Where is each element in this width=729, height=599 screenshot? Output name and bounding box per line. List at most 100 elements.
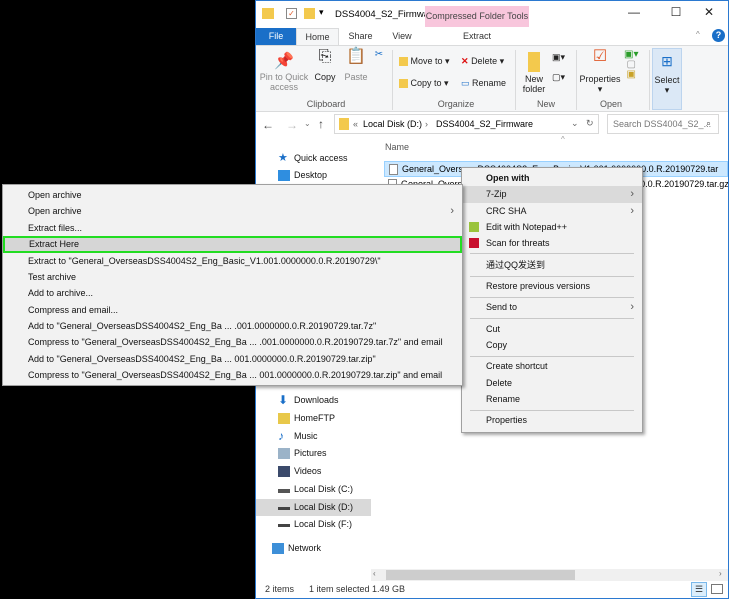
refresh-icon[interactable]: ↻ [586,118,594,129]
nav-local-disk-c[interactable]: Local Disk (C:) [256,481,371,498]
tab-file[interactable]: File [256,28,296,45]
column-header-name[interactable]: Name [385,142,409,152]
select-button[interactable]: ⊞ Select ▾ [652,48,682,110]
menu-cut[interactable]: Cut [462,321,642,338]
paste-label: Paste [344,72,368,82]
nav-local-disk-d[interactable]: Local Disk (D:) [256,499,371,516]
menu-scan-threats[interactable]: Scan for threats [462,235,642,252]
menu-properties[interactable]: Properties [462,412,642,429]
menu-rename[interactable]: Rename [462,391,642,408]
menu-crc-sha[interactable]: CRC SHA › [462,203,642,220]
back-button[interactable]: ← [262,118,274,132]
overflow-chevron[interactable]: « [353,119,358,129]
up-button[interactable]: ↑ [318,117,324,131]
menu-separator [470,318,634,319]
nav-homeftp[interactable]: HomeFTP [256,410,371,427]
menu-send-to[interactable]: Send to › [462,299,642,316]
nav-network[interactable]: Network [256,540,371,557]
copy-button[interactable]: ⎘ Copy [311,49,339,83]
details-view-icon[interactable]: ☰ [691,582,707,597]
properties-button[interactable]: ☑ Properties ▾ [578,49,622,95]
copy-to-button[interactable]: Copy to ▾ [399,78,449,89]
menu-add-to-zip[interactable]: Add to "General_OverseasDSS4004S2_Eng_Ba… [3,351,462,368]
nav-label: Videos [294,466,322,476]
close-button[interactable]: ✕ [696,5,722,23]
new-folder-button[interactable]: New folder [518,52,550,94]
menu-test-archive[interactable]: Test archive [3,269,462,286]
new-item-icon[interactable]: ▣▾ ▢▾ [552,52,565,82]
menu-send-via-qq[interactable]: 通过QQ发送到 [462,257,642,274]
scroll-left-icon[interactable]: ‹ [373,569,376,578]
qat-dropdown-icon[interactable]: ▾ [319,7,324,18]
nav-label: Desktop [294,170,328,180]
status-bar: 2 items 1 item selected 1.49 GB ☰ [256,581,728,598]
tab-view[interactable]: View [382,28,422,45]
nav-pictures[interactable]: Pictures [256,445,371,462]
forward-button[interactable]: → [286,118,298,132]
menu-add-to-archive[interactable]: Add to archive... [3,285,462,302]
menu-copy[interactable]: Copy [462,337,642,354]
pin-icon: 📌 [274,53,294,70]
large-icons-view-icon[interactable] [711,584,723,594]
scroll-right-icon[interactable]: › [719,569,722,578]
pictures-icon [278,448,290,459]
menu-label: 7-Zip [486,189,507,199]
move-to-button[interactable]: Move to ▾ [399,56,450,67]
properties-qat-icon[interactable]: ✓ [286,8,297,19]
collapse-ribbon-icon[interactable]: ^ [696,30,700,39]
nav-desktop[interactable]: Desktop [256,167,371,184]
maximize-button[interactable]: ☐ [663,5,689,23]
pin-button[interactable]: 📌 Pin to Quick access [259,52,309,92]
address-dropdown-icon[interactable]: ⌄ [571,118,579,129]
breadcrumb-local-disk-d[interactable]: Local Disk (D:) [363,119,422,129]
nav-label: Local Disk (C:) [294,484,354,494]
search-input[interactable]: Search DSS4004_S2_... ⌕ [607,114,719,134]
breadcrumb-current-folder[interactable]: DSS4004_S2_Firmware [436,119,533,129]
menu-open-with[interactable]: Open with [462,170,642,187]
nav-downloads[interactable]: ⬇ Downloads [256,392,371,409]
menu-extract-files[interactable]: Extract files... [3,220,462,237]
tab-extract[interactable]: Extract [425,28,529,45]
recent-dropdown-icon[interactable]: ⌄ [304,119,311,128]
drive-icon [278,489,290,493]
menu-delete[interactable]: Delete [462,375,642,392]
menu-extract-to-folder[interactable]: Extract to "General_OverseasDSS4004S2_En… [3,253,462,270]
folder-icon [262,8,274,19]
minimize-button[interactable]: — [621,5,647,23]
menu-restore-versions[interactable]: Restore previous versions [462,278,642,295]
menu-create-shortcut[interactable]: Create shortcut [462,358,642,375]
nav-label: Network [288,543,322,553]
cut-icon[interactable]: ✂ [372,50,386,60]
horizontal-scrollbar[interactable]: ‹ › [371,569,728,581]
menu-open-archive-submenu[interactable]: Open archive › [3,203,462,220]
scrollbar-thumb[interactable] [386,570,575,580]
menu-compress-7z-email[interactable]: Compress to "General_OverseasDSS4004S2_E… [3,334,462,351]
nav-quick-access[interactable]: ★ Quick access [256,150,371,167]
network-location-icon [278,413,290,424]
nav-music[interactable]: ♪ Music [256,428,371,445]
nav-local-disk-f[interactable]: Local Disk (F:) [256,516,371,533]
file-icon [389,164,398,175]
rename-button[interactable]: ▭ Rename [461,78,506,88]
new-folder-qat-icon[interactable] [304,8,315,19]
menu-edit-notepadpp[interactable]: Edit with Notepad++ [462,219,642,236]
address-bar[interactable]: « Local Disk (D:) › DSS4004_S2_Firmware … [334,114,599,134]
delete-button[interactable]: ✕ Delete ▾ [461,56,504,66]
paste-button[interactable]: 📋 Paste [342,49,370,83]
menu-compress-zip-email[interactable]: Compress to "General_OverseasDSS4004S2_E… [3,367,462,384]
menu-extract-here[interactable]: Extract Here [3,236,462,253]
submenu-arrow-icon: › [450,205,454,217]
menu-add-to-7z[interactable]: Add to "General_OverseasDSS4004S2_Eng_Ba… [3,318,462,335]
tab-home[interactable]: Home [296,28,339,45]
menu-separator [470,253,634,254]
open-icons[interactable]: ▣▾ ▢ ▣ [624,50,638,80]
nav-videos[interactable]: Videos [256,463,371,480]
menu-7zip[interactable]: 7-Zip › [462,186,642,203]
tab-share[interactable]: Share [339,28,382,45]
menu-open-archive[interactable]: Open archive [3,187,462,204]
menu-label: Edit with Notepad++ [486,222,568,232]
search-placeholder: Search DSS4004_S2_... [613,119,712,129]
submenu-arrow-icon: › [630,301,634,313]
help-icon[interactable]: ? [712,29,725,42]
menu-compress-email[interactable]: Compress and email... [3,302,462,319]
